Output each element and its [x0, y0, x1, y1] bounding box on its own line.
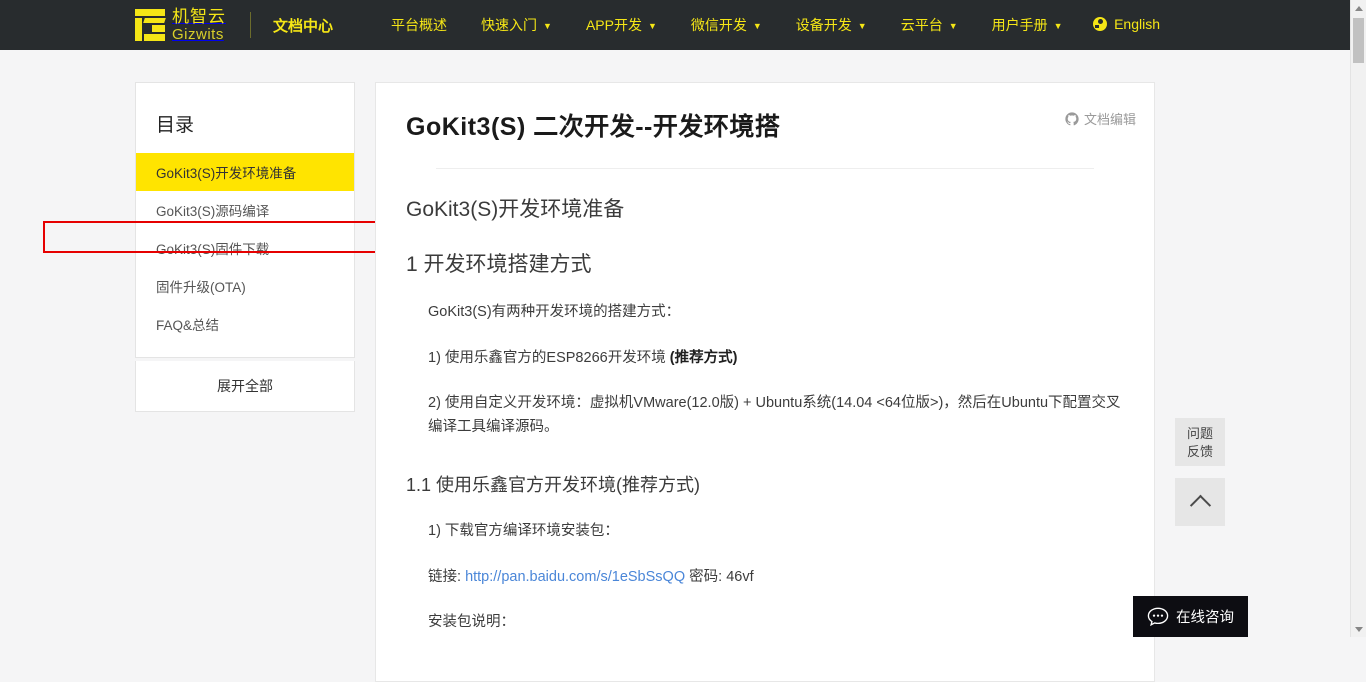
scroll-to-top-button[interactable]	[1175, 478, 1225, 526]
feedback-label-line1: 问题	[1186, 426, 1213, 441]
sidebar-item-firmware-ota[interactable]: 固件升级(OTA)	[136, 267, 354, 305]
chevron-down-icon: ▼	[1053, 20, 1063, 31]
link-password-label: 密码: 46vf	[685, 568, 754, 585]
online-chat-widget[interactable]: 在线咨询	[1133, 596, 1248, 637]
chevron-down-icon: ▼	[752, 20, 762, 31]
scrollbar-arrow-up-icon[interactable]	[1351, 0, 1366, 16]
logo-text-en: Gizwits	[172, 26, 224, 43]
nav-item-device-dev[interactable]: 设备开发 ▼	[796, 15, 867, 35]
page-title: GoKit3(S) 二次开发--开发环境搭	[406, 113, 781, 141]
expand-all-button[interactable]: 展开全部	[135, 361, 355, 412]
nav-item-user-manual[interactable]: 用户手册 ▼	[992, 15, 1063, 35]
logo-wordmark: 机智云 Gizwits	[172, 8, 226, 42]
option-1-recommended: (推荐方式)	[669, 349, 738, 366]
scrollbar-arrow-down-icon[interactable]	[1351, 621, 1366, 637]
sidebar-item-label: GoKit3(S)固件下载	[156, 242, 270, 257]
paragraph-install-note: 安装包说明：	[428, 614, 515, 631]
sidebar-item-firmware-download[interactable]: GoKit3(S)固件下载	[136, 229, 354, 267]
logo-text-cn: 机智云	[172, 7, 226, 26]
toc-list: GoKit3(S)开发环境准备 GoKit3(S)源码编译 GoKit3(S)固…	[136, 153, 354, 357]
nav-item-label: 快速入门	[481, 17, 538, 33]
edit-doc-button[interactable]: 文档编辑	[1065, 109, 1136, 128]
nav-item-label: 设备开发	[795, 17, 852, 33]
heading-section-1: 1 开发环境搭建方式	[406, 252, 592, 276]
chevron-down-icon: ▼	[857, 20, 867, 31]
github-icon	[1065, 111, 1079, 125]
paragraph-intro: GoKit3(S)有两种开发环境的搭建方式：	[428, 304, 681, 321]
language-switch-english[interactable]: English	[1093, 16, 1160, 32]
sidebar-item-label: 固件升级(OTA)	[156, 280, 246, 295]
paragraph-option-1: 1) 使用乐鑫官方的ESP8266开发环境 (推荐方式)	[428, 347, 1124, 370]
edit-doc-label: 文档编辑	[1083, 112, 1136, 127]
chat-bubble-icon	[1147, 607, 1169, 626]
gizwits-logo-icon	[133, 7, 167, 43]
chat-widget-label: 在线咨询	[1176, 610, 1234, 626]
nav-item-platform-overview[interactable]: 平台概述	[391, 15, 447, 35]
nav-item-label: 微信开发	[690, 17, 747, 33]
site-logo[interactable]: 机智云 Gizwits	[133, 5, 226, 45]
table-of-contents-sidebar: 目录 GoKit3(S)开发环境准备 GoKit3(S)源码编译 GoKit3(…	[135, 82, 355, 412]
page-scrollbar[interactable]	[1350, 0, 1366, 637]
heading-dev-env-prep: GoKit3(S)开发环境准备	[406, 197, 625, 221]
primary-nav: 平台概述 快速入门 ▼ APP开发 ▼ 微信开发 ▼ 设备开发 ▼ 云平台 ▼ …	[391, 15, 1097, 35]
paragraph-download-package: 1) 下载官方编译环境安装包：	[428, 523, 619, 540]
baidu-pan-link[interactable]: http://pan.baidu.com/s/1eSbSsQQ	[465, 569, 685, 585]
chevron-down-icon: ▼	[543, 20, 552, 31]
top-navigation-bar: 机智云 Gizwits 文档中心 平台概述 快速入门 ▼ APP开发 ▼ 微信开…	[0, 0, 1350, 50]
chevron-down-icon: ▼	[948, 20, 958, 31]
chevron-down-icon: ▼	[647, 20, 657, 31]
feedback-label-line2: 反馈	[1186, 443, 1213, 459]
header-divider	[436, 167, 1094, 169]
nav-divider	[250, 12, 251, 38]
nav-brand-doc-center[interactable]: 文档中心	[273, 15, 333, 36]
document-header: GoKit3(S) 二次开发--开发环境搭 文档编辑	[376, 83, 1154, 169]
sidebar-item-dev-env-prep[interactable]: GoKit3(S)开发环境准备	[136, 153, 354, 191]
nav-item-app-dev[interactable]: APP开发 ▼	[586, 15, 657, 35]
toc-card: 目录 GoKit3(S)开发环境准备 GoKit3(S)源码编译 GoKit3(…	[135, 82, 355, 358]
heading-section-1-1: 1.1 使用乐鑫官方开发环境(推荐方式)	[406, 475, 701, 496]
option-1-text: 1) 使用乐鑫官方的ESP8266开发环境	[428, 349, 670, 366]
scrollbar-thumb[interactable]	[1353, 18, 1364, 63]
sidebar-item-source-compile[interactable]: GoKit3(S)源码编译	[136, 191, 354, 229]
document-content-card: GoKit3(S) 二次开发--开发环境搭 文档编辑 GoKit3(S)开发环境…	[375, 82, 1155, 682]
nav-item-label: 平台概述	[391, 17, 448, 33]
nav-item-label: APP开发	[585, 17, 642, 33]
sidebar-item-label: GoKit3(S)开发环境准备	[156, 166, 297, 181]
nav-item-quick-start[interactable]: 快速入门 ▼	[481, 15, 552, 35]
link-prefix-label: 链接:	[428, 568, 466, 585]
feedback-button[interactable]: 问题 反馈	[1175, 418, 1225, 466]
toc-heading: 目录	[156, 115, 195, 136]
document-body: GoKit3(S)开发环境准备 1 开发环境搭建方式 GoKit3(S)有两种开…	[376, 195, 1154, 635]
globe-icon	[1093, 17, 1108, 31]
sidebar-item-label: FAQ&总结	[156, 318, 220, 333]
paragraph-option-2: 2) 使用自定义开发环境：虚拟机VMware(12.0版) + Ubuntu系统…	[428, 395, 1121, 435]
sidebar-item-faq[interactable]: FAQ&总结	[136, 305, 354, 343]
nav-item-label: 用户手册	[991, 17, 1048, 33]
nav-item-wechat-dev[interactable]: 微信开发 ▼	[691, 15, 762, 35]
language-label: English	[1114, 16, 1160, 32]
sidebar-item-label: GoKit3(S)源码编译	[156, 204, 270, 219]
paragraph-download-link: 链接: http://pan.baidu.com/s/1eSbSsQQ 密码: …	[428, 566, 1124, 589]
chevron-up-icon	[1189, 494, 1211, 516]
nav-item-cloud-platform[interactable]: 云平台 ▼	[901, 15, 958, 35]
nav-item-label: 云平台	[900, 17, 943, 33]
